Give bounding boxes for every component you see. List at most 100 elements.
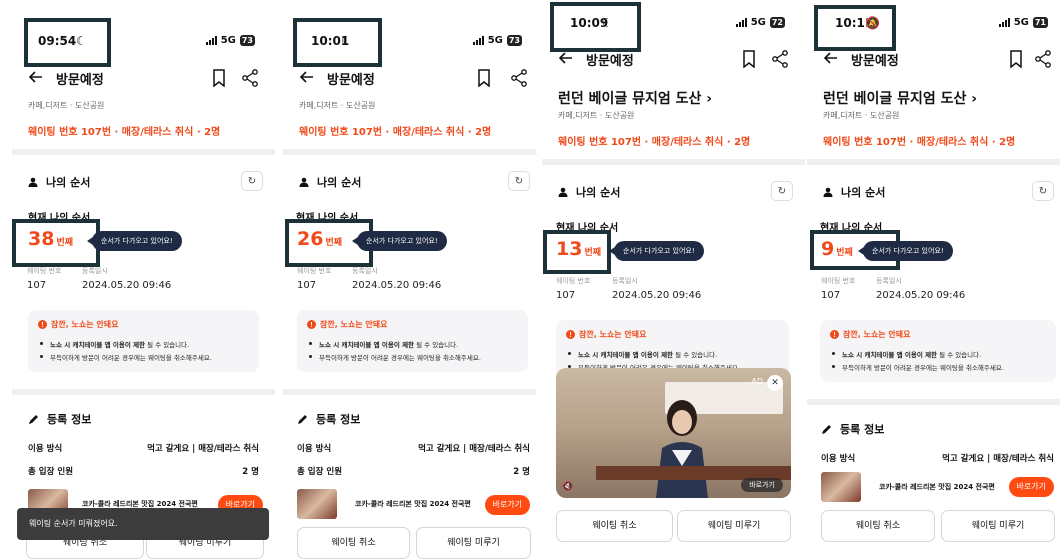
- section-label: 등록 정보: [316, 413, 361, 426]
- signal-icon: [735, 18, 747, 27]
- video-ad[interactable]: AD ✕ 🔇 바로가기: [556, 368, 791, 498]
- highlight-box: [24, 18, 111, 67]
- turn-approaching-tooltip: 순서가 다가오고 있어요!: [858, 241, 953, 261]
- registration-section-title: 등록 정보: [28, 411, 91, 427]
- party-size-value: 2 명: [513, 467, 530, 477]
- bullet: [832, 365, 835, 368]
- section-label: 나의 순서: [576, 186, 621, 199]
- share-icon[interactable]: [1034, 50, 1052, 68]
- registered-time-value: 2024.05.20 09:46: [352, 280, 442, 291]
- back-arrow-icon[interactable]: [558, 50, 574, 66]
- share-icon[interactable]: [241, 69, 259, 87]
- mute-icon[interactable]: 🔇: [562, 482, 573, 492]
- signal-group: 5G 73: [472, 35, 522, 46]
- turn-approaching-tooltip: 순서가 다가오고 있어요!: [352, 231, 447, 251]
- bookmark-icon[interactable]: [1008, 50, 1024, 68]
- waiting-summary: 웨이팅 번호 107번 · 매장/테라스 취식 · 2명: [299, 127, 492, 138]
- battery-icon: 73: [239, 35, 255, 46]
- waiting-summary: 웨이팅 번호 107번 · 매장/테라스 취식 · 2명: [823, 137, 1016, 148]
- refresh-button[interactable]: ↻: [508, 171, 530, 191]
- go-button[interactable]: 바로가기: [1008, 477, 1054, 497]
- store-name-link[interactable]: 런던 베이글 뮤지엄 도산 ›: [823, 88, 977, 108]
- waiting-number-value: 107: [27, 280, 47, 291]
- promo-thumbnail: [297, 489, 337, 519]
- store-category: 카페,디저트 · 도산공원: [28, 101, 105, 110]
- signal-icon: [205, 36, 217, 45]
- party-size-label: 총 입장 인원: [28, 467, 74, 477]
- page-title: 방문예정: [851, 54, 899, 69]
- postpone-waiting-button[interactable]: 웨이팅 미루기: [416, 527, 531, 559]
- cancel-waiting-button[interactable]: 웨이팅 취소: [556, 510, 673, 542]
- waiting-number-label: 웨이팅 번호: [556, 277, 591, 285]
- refresh-button[interactable]: ↻: [771, 181, 793, 201]
- person-icon: [823, 187, 833, 197]
- close-icon[interactable]: ✕: [767, 375, 783, 391]
- section-label: 등록 정보: [47, 413, 92, 426]
- person-icon: [28, 177, 38, 187]
- highlight-box: [293, 18, 382, 67]
- bullet: [309, 355, 312, 358]
- turn-approaching-tooltip: 순서가 다가오고 있어요!: [609, 241, 704, 261]
- waiting-summary: 웨이팅 번호 107번 · 매장/테라스 취식 · 2명: [28, 127, 221, 138]
- section-label: 등록 정보: [840, 423, 885, 436]
- notice-line-1-rest: 될 수 있습니다.: [145, 341, 190, 349]
- network-type: 5G: [487, 35, 503, 46]
- signal-group: 5G 71: [998, 17, 1048, 28]
- phone-screen-1: 09:54 ☾ 5G 73 방문예정 카페,디저트 · 도산공원 웨이팅 번호 …: [12, 0, 275, 559]
- notice-line-1-bold: 노쇼 시 캐치테이블 앱 이용이 제한: [50, 341, 146, 349]
- back-arrow-icon[interactable]: [823, 50, 839, 66]
- battery-icon: 73: [506, 35, 522, 46]
- battery-icon: 72: [769, 17, 785, 28]
- network-type: 5G: [750, 17, 766, 28]
- back-arrow-icon[interactable]: [299, 69, 315, 85]
- registered-time-value: 2024.05.20 09:46: [612, 290, 702, 301]
- notice-title: 잠깐, 노쇼는 안돼요: [320, 320, 388, 329]
- registered-time-label: 등록일시: [612, 277, 638, 285]
- network-type: 5G: [1013, 17, 1029, 28]
- ad-go-button[interactable]: 바로가기: [741, 478, 783, 492]
- divider: [12, 389, 275, 395]
- party-size-value: 2 명: [242, 467, 259, 477]
- store-name-link[interactable]: 런던 베이글 뮤지엄 도산 ›: [558, 88, 712, 108]
- notice-title: 잠깐, 노쇼는 안돼요: [51, 320, 119, 329]
- bullet: [40, 355, 43, 358]
- refresh-icon: ↻: [777, 185, 787, 197]
- divider: [283, 149, 536, 155]
- bullet: [832, 352, 835, 355]
- chevron-right-icon: ›: [971, 91, 978, 107]
- notice-line-1: 노쇼 시 캐치테이블 앱 이용이 제한 될 수 있습니다.: [319, 339, 458, 349]
- share-icon[interactable]: [771, 50, 789, 68]
- bookmark-icon[interactable]: [476, 69, 492, 87]
- toast-message: 웨이팅 순서가 미뤄졌어요.: [17, 508, 269, 540]
- section-label: 나의 순서: [317, 176, 362, 189]
- divider: [807, 159, 1060, 165]
- refresh-button[interactable]: ↻: [1032, 181, 1054, 201]
- bookmark-icon[interactable]: [211, 69, 227, 87]
- registered-time-label: 등록일시: [352, 267, 378, 275]
- refresh-button[interactable]: ↻: [241, 171, 263, 191]
- store-category: 카페,디저트 · 도산공원: [823, 111, 900, 120]
- ad-label: AD: [751, 377, 763, 386]
- notice-title: 잠깐, 노쇼는 안돼요: [843, 330, 911, 339]
- cancel-waiting-button[interactable]: 웨이팅 취소: [821, 510, 935, 542]
- phone-screen-4: 10:11 🔕 5G 71 방문예정 런던 베이글 뮤지엄 도산 › 카페,디저…: [807, 0, 1060, 559]
- ad-person-figure: [656, 400, 708, 498]
- notice-title: 잠깐, 노쇼는 안돼요: [579, 330, 647, 339]
- postpone-waiting-button[interactable]: 웨이팅 미루기: [941, 510, 1055, 542]
- back-arrow-icon[interactable]: [28, 69, 44, 85]
- registered-time-label: 등록일시: [82, 267, 108, 275]
- postpone-waiting-button[interactable]: 웨이팅 미루기: [677, 510, 791, 542]
- share-icon[interactable]: [510, 69, 528, 87]
- person-icon: [558, 187, 568, 197]
- usage-type-value: 먹고 갈게요 | 매장/테라스 취식: [147, 444, 259, 454]
- signal-group: 5G 73: [205, 35, 255, 46]
- notice-line-1-bold: 노쇼 시 캐치테이블 앱 이용이 제한: [842, 351, 938, 359]
- no-show-notice: 잠깐, 노쇼는 안돼요 노쇼 시 캐치테이블 앱 이용이 제한 될 수 있습니다…: [297, 310, 528, 372]
- cancel-waiting-button[interactable]: 웨이팅 취소: [297, 527, 410, 559]
- battery-icon: 71: [1032, 17, 1048, 28]
- header: 방문예정: [299, 69, 527, 91]
- notice-line-2: 부득이하게 방문이 어려운 경우에는 웨이팅을 취소해주세요.: [842, 364, 1004, 372]
- chevron-right-icon: ›: [706, 91, 713, 107]
- go-button[interactable]: 바로가기: [484, 495, 530, 515]
- bookmark-icon[interactable]: [741, 50, 757, 68]
